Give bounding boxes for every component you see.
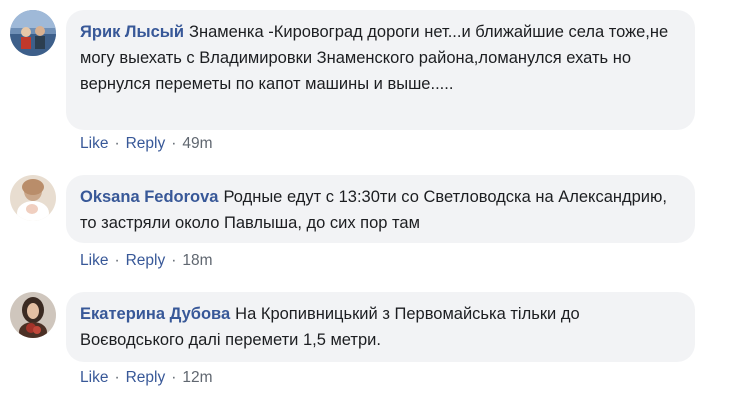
comment-author[interactable]: Екатерина Дубова	[80, 305, 230, 323]
separator: ·	[114, 252, 120, 269]
separator: ·	[114, 135, 120, 152]
comment-actions: Like · Reply · 49m	[80, 135, 213, 153]
like-button[interactable]: Like	[80, 135, 108, 152]
separator: ·	[171, 252, 177, 269]
separator: ·	[171, 369, 177, 386]
comment-actions: Like · Reply · 18m	[80, 252, 213, 270]
comment-author[interactable]: Ярик Лысый	[80, 23, 184, 41]
separator: ·	[171, 135, 177, 152]
separator: ·	[114, 369, 120, 386]
comment-timestamp[interactable]: 12m	[182, 369, 212, 386]
comment-timestamp[interactable]: 18m	[182, 252, 212, 269]
reply-button[interactable]: Reply	[126, 135, 166, 152]
comment-timestamp[interactable]: 49m	[182, 135, 212, 152]
comment-bubble: Ярик Лысый Знаменка -Кировоград дороги не…	[66, 10, 695, 130]
like-button[interactable]: Like	[80, 369, 108, 386]
user-avatar-icon[interactable]	[10, 292, 56, 338]
reply-button[interactable]: Reply	[126, 369, 166, 386]
like-button[interactable]: Like	[80, 252, 108, 269]
comment-author[interactable]: Oksana Fedorova	[80, 188, 218, 206]
user-avatar-icon[interactable]	[10, 10, 56, 56]
comment-actions: Like · Reply · 12m	[80, 369, 213, 387]
reply-button[interactable]: Reply	[126, 252, 166, 269]
comment-bubble: Екатерина Дубова На Кропивницький з Перво…	[66, 292, 695, 362]
comment-bubble: Oksana Fedorova Родные едут с 13:30ти со …	[66, 175, 695, 243]
user-avatar-icon[interactable]	[10, 175, 56, 221]
